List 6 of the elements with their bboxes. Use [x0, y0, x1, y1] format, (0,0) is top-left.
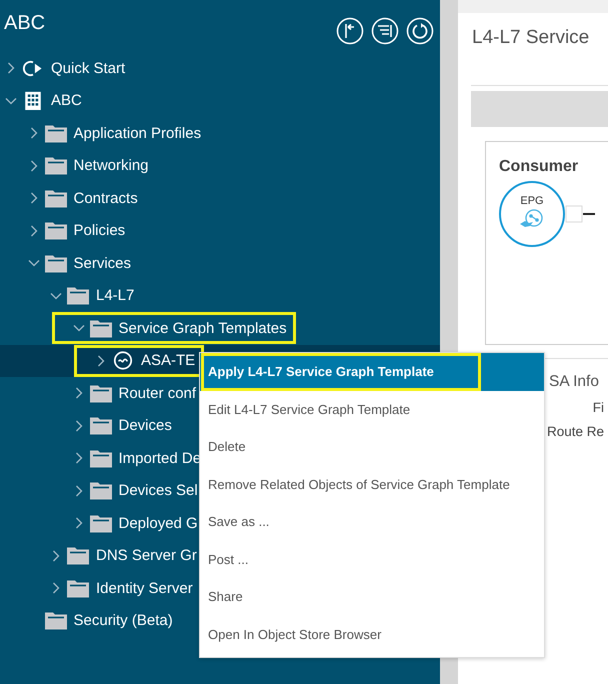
field-label: Route Re [546, 424, 604, 439]
panel-title: L4-L7 Service [471, 13, 608, 86]
field-label: Fi [592, 400, 604, 415]
section-heading: SA Info [549, 373, 599, 391]
card-title: Consumer [499, 158, 580, 176]
sidebar-title: ABC [4, 12, 46, 35]
